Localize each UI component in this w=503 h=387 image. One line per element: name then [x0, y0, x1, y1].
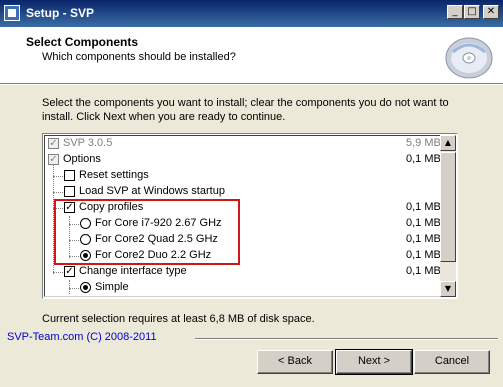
component-svp[interactable]: ✓ SVP 3.0.5 5,9 MB [45, 136, 443, 152]
component-options[interactable]: ✓ Options 0,1 MB [45, 152, 443, 168]
component-profile-quad[interactable]: For Core2 Quad 2.5 GHz 0,1 MB [45, 232, 443, 248]
component-size: 0,1 MB [406, 201, 441, 213]
component-label: Options [63, 153, 101, 165]
minimize-button[interactable]: _ [447, 5, 463, 19]
page-title: Select Components [26, 35, 139, 49]
component-load-at-startup[interactable]: Load SVP at Windows startup [45, 184, 443, 200]
components-list-inner: ✓ SVP 3.0.5 5,9 MB ✓ Options 0,1 MB Rese… [44, 135, 443, 297]
component-label: For Core2 Duo 2.2 GHz [95, 249, 212, 261]
instructions-text: Select the components you want to instal… [42, 97, 449, 123]
component-label: Copy profiles [79, 201, 144, 213]
radio-button[interactable] [80, 218, 91, 229]
brand-link[interactable]: SVP-Team.com (C) 2008-2011 [7, 331, 157, 343]
checkbox[interactable]: ✓ [64, 202, 75, 213]
component-profile-i7[interactable]: For Core i7-920 2.67 GHz 0,1 MB [45, 216, 443, 232]
radio-button[interactable] [80, 234, 91, 245]
scroll-up-icon[interactable]: ▲ [440, 135, 456, 151]
checkbox[interactable] [64, 186, 75, 197]
back-button[interactable]: < Back [257, 350, 333, 374]
component-label: For Core i7-920 2.67 GHz [95, 217, 222, 229]
window-title: Setup - SVP [26, 6, 95, 20]
component-profile-duo[interactable]: For Core2 Duo 2.2 GHz 0,1 MB [45, 248, 443, 264]
vertical-scrollbar[interactable]: ▲ ▼ [440, 135, 456, 297]
component-size: 0,1 MB [406, 233, 441, 245]
components-list[interactable]: ✓ SVP 3.0.5 5,9 MB ✓ Options 0,1 MB Rese… [42, 133, 458, 299]
scroll-thumb[interactable] [440, 152, 456, 262]
checkbox[interactable]: ✓ [48, 138, 59, 149]
component-label: Change interface type [79, 265, 187, 277]
checkbox[interactable]: ✓ [64, 266, 75, 277]
setup-app-icon [4, 5, 20, 21]
component-label: SVP 3.0.5 [63, 137, 113, 149]
disk-space-note: Current selection requires at least 6,8 … [42, 313, 315, 325]
cancel-button[interactable]: Cancel [414, 350, 490, 374]
component-size: 0,1 MB [406, 265, 441, 277]
scroll-down-icon[interactable]: ▼ [440, 281, 456, 297]
component-size: 0,1 MB [406, 249, 441, 261]
next-button[interactable]: Next > [335, 349, 413, 375]
component-copy-profiles[interactable]: ✓ Copy profiles 0,1 MB [45, 200, 443, 216]
component-reset-settings[interactable]: Reset settings [45, 168, 443, 184]
radio-button[interactable] [80, 250, 91, 261]
header-divider [0, 84, 503, 85]
component-label: For Core2 Quad 2.5 GHz [95, 233, 218, 245]
checkbox[interactable]: ✓ [48, 154, 59, 165]
component-size: 0,1 MB [406, 153, 441, 165]
checkbox[interactable] [64, 170, 75, 181]
component-size: 5,9 MB [406, 137, 441, 149]
component-label: Reset settings [79, 169, 149, 181]
component-label: Load SVP at Windows startup [79, 185, 225, 197]
component-change-interface[interactable]: ✓ Change interface type 0,1 MB [45, 264, 443, 280]
component-size: 0,1 MB [406, 217, 441, 229]
title-bar[interactable]: Setup - SVP _ □ ✕ [0, 0, 503, 27]
wizard-header: Select Components Which components shoul… [0, 27, 503, 84]
cd-disc-icon [443, 30, 495, 82]
component-label: Simple [95, 281, 129, 293]
maximize-button[interactable]: □ [464, 5, 480, 19]
close-button[interactable]: ✕ [483, 5, 499, 19]
component-interface-simple[interactable]: Simple [45, 280, 443, 296]
radio-button[interactable] [80, 282, 91, 293]
page-subtitle: Which components should be installed? [42, 51, 236, 63]
brand-divider [195, 338, 498, 340]
